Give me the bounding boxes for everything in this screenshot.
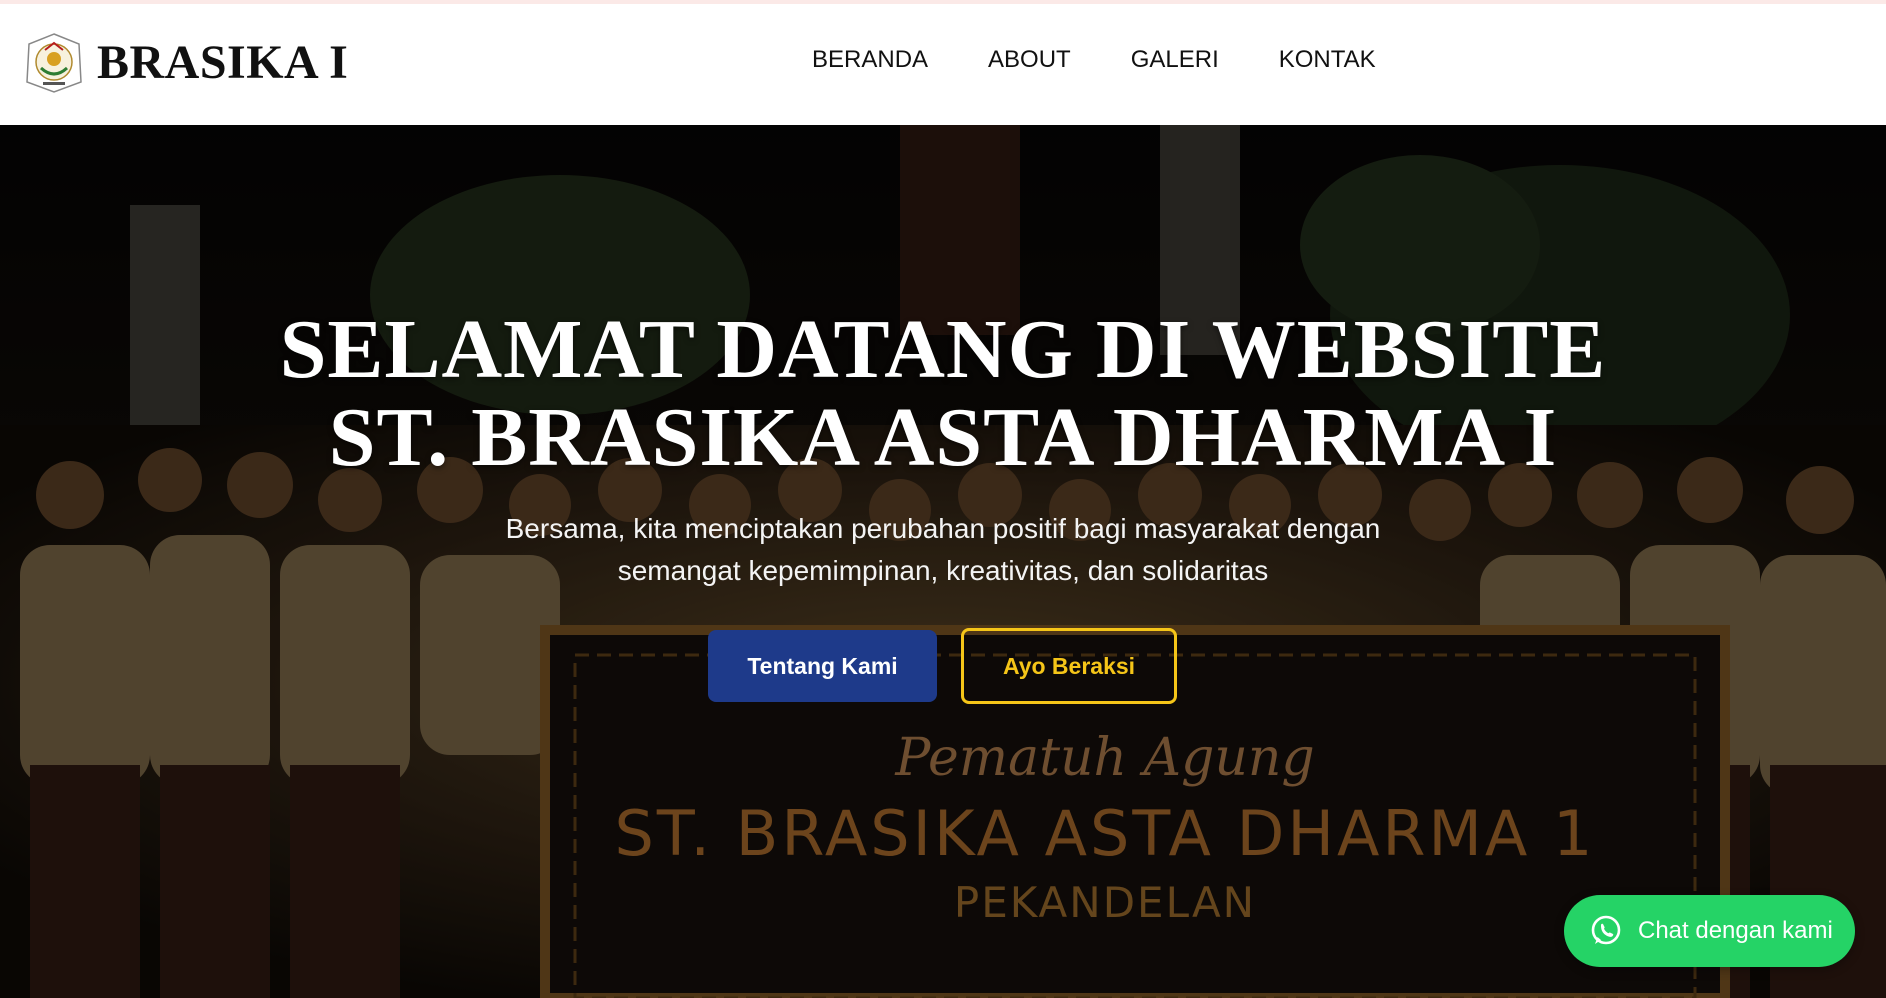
site-header: BRASIKA I BERANDA ABOUT GALERI KONTAK xyxy=(0,4,1886,125)
organization-emblem-icon xyxy=(26,33,82,93)
nav-about[interactable]: ABOUT xyxy=(988,48,1071,72)
brand[interactable]: BRASIKA I xyxy=(23,32,348,94)
nav-beranda[interactable]: BERANDA xyxy=(812,48,928,72)
hero-subtitle-line1: Bersama, kita menciptakan perubahan posi… xyxy=(505,513,1381,544)
hero-section: Pematuh Agung ST. BRASIKA ASTA DHARMA 1 … xyxy=(0,125,1886,998)
main-nav: BERANDA ABOUT GALERI KONTAK xyxy=(812,48,1376,72)
hero-subtitle-line2: semangat kepemimpinan, kreativitas, dan … xyxy=(617,555,1269,586)
nav-galeri[interactable]: GALERI xyxy=(1131,48,1219,72)
ayo-beraksi-button[interactable]: Ayo Beraksi xyxy=(961,628,1177,704)
hero-title-line1: SELAMAT DATANG DI WEBSITE xyxy=(279,303,1607,396)
brand-name: BRASIKA I xyxy=(97,36,349,89)
hero-subtitle: Bersama, kita menciptakan perubahan posi… xyxy=(443,508,1443,592)
hero-title-line2: ST. BRASIKA ASTA DHARMA I xyxy=(328,391,1558,484)
whatsapp-chat-button[interactable]: Chat dengan kami xyxy=(1564,895,1855,967)
tentang-kami-button[interactable]: Tentang Kami xyxy=(708,630,937,702)
chat-label: Chat dengan kami xyxy=(1638,917,1833,944)
hero-title: SELAMAT DATANG DI WEBSITE ST. BRASIKA AS… xyxy=(0,306,1886,482)
whatsapp-icon xyxy=(1591,915,1621,945)
nav-kontak[interactable]: KONTAK xyxy=(1279,48,1376,72)
